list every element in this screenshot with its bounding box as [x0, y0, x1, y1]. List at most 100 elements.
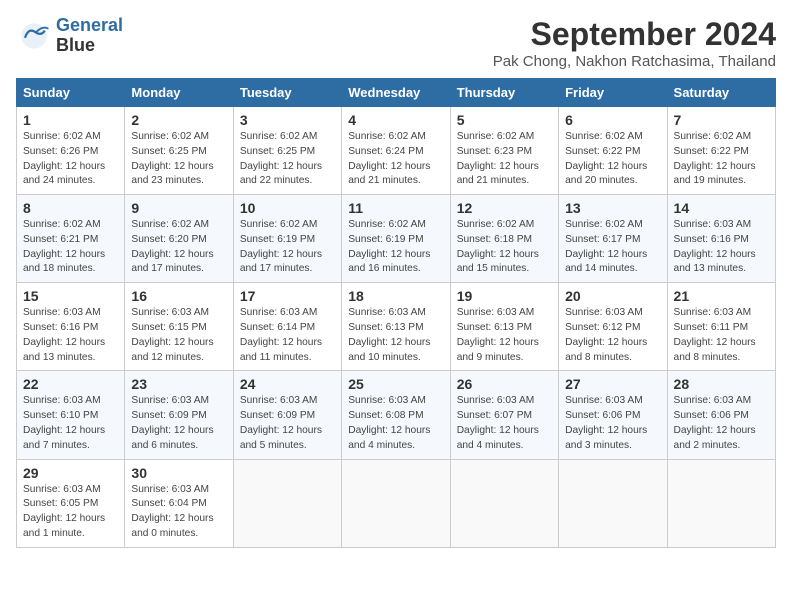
calendar-cell: 17 Sunrise: 6:03 AM Sunset: 6:14 PM Dayli… — [233, 283, 341, 371]
logo: General Blue — [16, 16, 123, 56]
day-info: Sunrise: 6:02 AM Sunset: 6:18 PM Dayligh… — [457, 218, 552, 277]
day-info: Sunrise: 6:02 AM Sunset: 6:26 PM Dayligh… — [23, 130, 118, 189]
calendar-cell: 21Sunrise: 6:03 AM Sunset: 6:11 PM Dayli… — [667, 283, 775, 371]
day-number: 15 — [23, 288, 118, 304]
calendar-cell: 29 Sunrise: 6:03 AM Sunset: 6:05 PM Dayli… — [17, 459, 125, 547]
day-info: Sunrise: 6:03 AM Sunset: 6:06 PM Dayligh… — [674, 394, 769, 453]
location: Pak Chong, Nakhon Ratchasima, Thailand — [493, 53, 776, 70]
weekday-header-row: SundayMondayTuesdayWednesdayThursdayFrid… — [17, 79, 776, 107]
calendar-cell: 22 Sunrise: 6:03 AM Sunset: 6:10 PM Dayli… — [17, 371, 125, 459]
calendar-cell: 14 Sunrise: 6:03 AM Sunset: 6:16 PM Dayli… — [667, 195, 775, 283]
day-info: Sunrise: 6:03 AM Sunset: 6:04 PM Dayligh… — [131, 483, 226, 542]
title-block: September 2024 Pak Chong, Nakhon Ratchas… — [493, 16, 776, 70]
calendar-cell: 7 Sunrise: 6:02 AM Sunset: 6:22 PM Daylig… — [667, 107, 775, 195]
day-info: Sunrise: 6:03 AM Sunset: 6:10 PM Dayligh… — [23, 394, 118, 453]
day-number: 12 — [457, 200, 552, 216]
day-info: Sunrise: 6:02 AM Sunset: 6:25 PM Dayligh… — [131, 130, 226, 189]
calendar-cell — [233, 459, 341, 547]
calendar-cell: 28 Sunrise: 6:03 AM Sunset: 6:06 PM Dayli… — [667, 371, 775, 459]
day-info: Sunrise: 6:02 AM Sunset: 6:19 PM Dayligh… — [240, 218, 335, 277]
calendar-cell: 27 Sunrise: 6:03 AM Sunset: 6:06 PM Dayli… — [559, 371, 667, 459]
day-number: 20 — [565, 288, 660, 304]
calendar-week-4: 22 Sunrise: 6:03 AM Sunset: 6:10 PM Dayli… — [17, 371, 776, 459]
day-number: 10 — [240, 200, 335, 216]
calendar-cell: 26 Sunrise: 6:03 AM Sunset: 6:07 PM Dayli… — [450, 371, 558, 459]
weekday-header-thursday: Thursday — [450, 79, 558, 107]
weekday-header-wednesday: Wednesday — [342, 79, 450, 107]
day-info: Sunrise: 6:03 AM Sunset: 6:14 PM Dayligh… — [240, 306, 335, 365]
day-number: 4 — [348, 112, 443, 128]
weekday-header-monday: Monday — [125, 79, 233, 107]
day-info: Sunrise: 6:02 AM Sunset: 6:23 PM Dayligh… — [457, 130, 552, 189]
day-number: 14 — [674, 200, 769, 216]
weekday-header-tuesday: Tuesday — [233, 79, 341, 107]
calendar-week-3: 15 Sunrise: 6:03 AM Sunset: 6:16 PM Dayli… — [17, 283, 776, 371]
day-info: Sunrise: 6:03 AM Sunset: 6:13 PM Dayligh… — [348, 306, 443, 365]
day-number: 3 — [240, 112, 335, 128]
day-number: 13 — [565, 200, 660, 216]
day-number: 19 — [457, 288, 552, 304]
calendar-cell: 23 Sunrise: 6:03 AM Sunset: 6:09 PM Dayli… — [125, 371, 233, 459]
day-info: Sunrise: 6:03 AM Sunset: 6:16 PM Dayligh… — [674, 218, 769, 277]
day-number: 23 — [131, 376, 226, 392]
weekday-header-friday: Friday — [559, 79, 667, 107]
calendar-cell: 12 Sunrise: 6:02 AM Sunset: 6:18 PM Dayli… — [450, 195, 558, 283]
calendar-cell: 15 Sunrise: 6:03 AM Sunset: 6:16 PM Dayli… — [17, 283, 125, 371]
day-number: 26 — [457, 376, 552, 392]
calendar-cell — [450, 459, 558, 547]
calendar-cell — [342, 459, 450, 547]
month-title: September 2024 — [493, 16, 776, 53]
day-info: Sunrise: 6:02 AM Sunset: 6:24 PM Dayligh… — [348, 130, 443, 189]
day-number: 2 — [131, 112, 226, 128]
day-number: 5 — [457, 112, 552, 128]
logo-icon — [16, 18, 52, 54]
day-info: Sunrise: 6:02 AM Sunset: 6:21 PM Dayligh… — [23, 218, 118, 277]
day-number: 9 — [131, 200, 226, 216]
calendar-week-1: 1 Sunrise: 6:02 AM Sunset: 6:26 PM Daylig… — [17, 107, 776, 195]
calendar-cell: 4 Sunrise: 6:02 AM Sunset: 6:24 PM Daylig… — [342, 107, 450, 195]
day-info: Sunrise: 6:03 AM Sunset: 6:09 PM Dayligh… — [240, 394, 335, 453]
calendar-cell: 2 Sunrise: 6:02 AM Sunset: 6:25 PM Daylig… — [125, 107, 233, 195]
calendar-cell: 19Sunrise: 6:03 AM Sunset: 6:13 PM Dayli… — [450, 283, 558, 371]
day-number: 28 — [674, 376, 769, 392]
calendar-cell — [667, 459, 775, 547]
calendar-cell: 11Sunrise: 6:02 AM Sunset: 6:19 PM Dayli… — [342, 195, 450, 283]
calendar-cell: 30Sunrise: 6:03 AM Sunset: 6:04 PM Dayli… — [125, 459, 233, 547]
day-number: 17 — [240, 288, 335, 304]
calendar-table: SundayMondayTuesdayWednesdayThursdayFrid… — [16, 78, 776, 548]
day-info: Sunrise: 6:02 AM Sunset: 6:25 PM Dayligh… — [240, 130, 335, 189]
day-info: Sunrise: 6:03 AM Sunset: 6:06 PM Dayligh… — [565, 394, 660, 453]
day-info: Sunrise: 6:03 AM Sunset: 6:15 PM Dayligh… — [131, 306, 226, 365]
day-info: Sunrise: 6:02 AM Sunset: 6:22 PM Dayligh… — [674, 130, 769, 189]
day-info: Sunrise: 6:03 AM Sunset: 6:16 PM Dayligh… — [23, 306, 118, 365]
day-number: 29 — [23, 465, 118, 481]
day-info: Sunrise: 6:03 AM Sunset: 6:05 PM Dayligh… — [23, 483, 118, 542]
calendar-cell: 1 Sunrise: 6:02 AM Sunset: 6:26 PM Daylig… — [17, 107, 125, 195]
day-number: 1 — [23, 112, 118, 128]
calendar-cell: 3 Sunrise: 6:02 AM Sunset: 6:25 PM Daylig… — [233, 107, 341, 195]
day-info: Sunrise: 6:02 AM Sunset: 6:22 PM Dayligh… — [565, 130, 660, 189]
day-number: 8 — [23, 200, 118, 216]
day-number: 27 — [565, 376, 660, 392]
calendar-cell: 5 Sunrise: 6:02 AM Sunset: 6:23 PM Daylig… — [450, 107, 558, 195]
calendar-week-5: 29 Sunrise: 6:03 AM Sunset: 6:05 PM Dayli… — [17, 459, 776, 547]
day-info: Sunrise: 6:02 AM Sunset: 6:17 PM Dayligh… — [565, 218, 660, 277]
day-number: 22 — [23, 376, 118, 392]
calendar-cell: 6Sunrise: 6:02 AM Sunset: 6:22 PM Daylig… — [559, 107, 667, 195]
day-info: Sunrise: 6:03 AM Sunset: 6:07 PM Dayligh… — [457, 394, 552, 453]
calendar-cell: 18 Sunrise: 6:03 AM Sunset: 6:13 PM Dayli… — [342, 283, 450, 371]
calendar-cell: 13 Sunrise: 6:02 AM Sunset: 6:17 PM Dayli… — [559, 195, 667, 283]
day-info: Sunrise: 6:02 AM Sunset: 6:20 PM Dayligh… — [131, 218, 226, 277]
calendar-cell: 24 Sunrise: 6:03 AM Sunset: 6:09 PM Dayli… — [233, 371, 341, 459]
day-number: 24 — [240, 376, 335, 392]
day-number: 11 — [348, 200, 443, 216]
calendar-cell: 9 Sunrise: 6:02 AM Sunset: 6:20 PM Daylig… — [125, 195, 233, 283]
day-info: Sunrise: 6:03 AM Sunset: 6:08 PM Dayligh… — [348, 394, 443, 453]
calendar-cell — [559, 459, 667, 547]
day-number: 7 — [674, 112, 769, 128]
weekday-header-sunday: Sunday — [17, 79, 125, 107]
day-info: Sunrise: 6:03 AM Sunset: 6:09 PM Dayligh… — [131, 394, 226, 453]
day-number: 18 — [348, 288, 443, 304]
day-number: 25 — [348, 376, 443, 392]
calendar-cell: 16Sunrise: 6:03 AM Sunset: 6:15 PM Dayli… — [125, 283, 233, 371]
